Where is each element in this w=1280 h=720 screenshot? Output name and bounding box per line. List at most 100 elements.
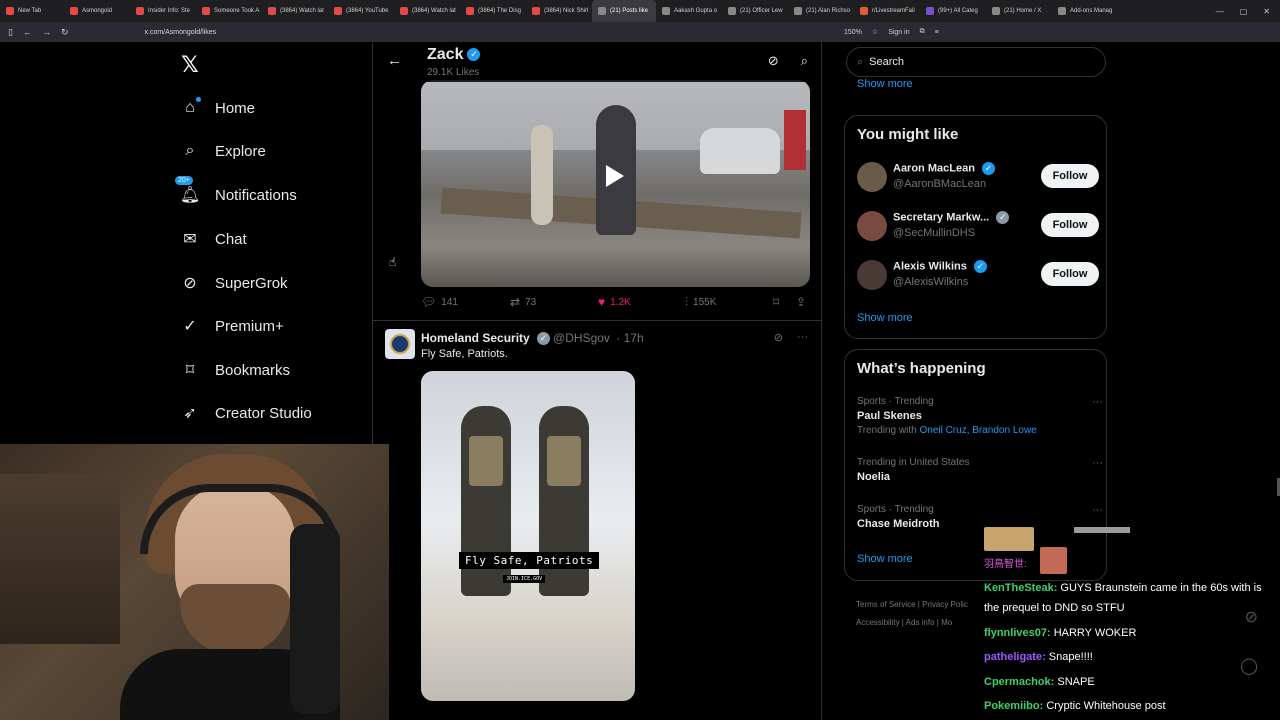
grok-icon[interactable]: ⊘ <box>768 53 779 69</box>
avatar[interactable] <box>857 162 887 192</box>
profile-name: Zack ✓ <box>427 46 481 64</box>
more-options-icon[interactable]: ··· <box>1092 396 1103 408</box>
nav-label: Chat <box>215 230 247 248</box>
trend-item[interactable]: Sports · Trending Paul Skenes Trending w… <box>857 396 1103 436</box>
grok-icon[interactable]: ⊘ <box>774 331 783 344</box>
verified-badge-icon: ✓ <box>981 162 995 175</box>
chat-message: flynnlives07: HARRY WOKER <box>984 623 1266 643</box>
nav-bookmarks[interactable]: ⌑ Bookmarks <box>180 355 290 385</box>
browser-tab[interactable]: (21) Posts like <box>592 0 656 22</box>
browser-tab[interactable]: (21) Alan Richso <box>788 0 854 22</box>
repost-button[interactable]: ⇄ 73 <box>510 295 536 309</box>
browser-tab-bar: New Tab Asmongold Insider Info: Ste Someone… <box>0 0 1280 22</box>
rocket-icon: ➶ <box>183 405 197 422</box>
verified-badge-icon: ✓ <box>537 332 551 346</box>
mouse-cursor-icon: ☝ <box>389 255 397 269</box>
nav-label: Premium+ <box>215 317 284 335</box>
browser-tab[interactable]: (21) Home / X <box>986 0 1052 22</box>
address-bar: ▯ ← → ↻ x.com/Asmongold/likes 150% ☆ Sig… <box>0 22 1280 42</box>
browser-tab[interactable]: (99+) All Categ <box>920 0 986 22</box>
bookmark-icon: ⌑ <box>185 362 195 379</box>
url-field[interactable]: x.com/Asmongold/likes <box>145 29 217 36</box>
x-logo-icon[interactable]: 𝕏 <box>181 52 199 78</box>
nav-label: Bookmarks <box>215 361 291 379</box>
more-options-icon[interactable]: ··· <box>1092 457 1103 469</box>
show-more-link[interactable]: Show more <box>857 312 913 324</box>
bookmark-icon: ⌑ <box>773 295 780 309</box>
avatar[interactable] <box>857 211 887 241</box>
extensions-icon[interactable]: ⧉ <box>920 28 925 36</box>
browser-tab[interactable]: Someone Took A <box>196 0 262 22</box>
views-button[interactable]: ⫶ 155K <box>685 295 716 310</box>
nav-creator-studio[interactable]: ➶ Creator Studio <box>180 398 311 428</box>
webcam-overlay <box>0 444 389 720</box>
menu-icon[interactable]: ≡ <box>935 29 939 36</box>
browser-tab[interactable]: Insider Info: Ste <box>130 0 196 22</box>
browser-tab[interactable]: (3864) Watch lat <box>394 0 460 22</box>
like-button[interactable]: ♥ 1.2K <box>598 295 631 309</box>
star-icon[interactable]: ☆ <box>872 28 878 36</box>
browser-tab[interactable]: (3864) Nick Shirl <box>526 0 592 22</box>
chat-bubble-icon: ◯ <box>1240 658 1258 675</box>
forward-nav-icon[interactable]: → <box>42 27 51 38</box>
nav-chat[interactable]: ✉ Chat <box>180 224 247 254</box>
follow-button[interactable]: Follow <box>1041 213 1099 237</box>
more-options-icon[interactable]: ··· <box>797 331 808 344</box>
mail-icon: ✉ <box>183 231 197 248</box>
avatar[interactable] <box>857 260 887 290</box>
back-nav-icon[interactable]: ← <box>23 27 32 38</box>
sidebar-toggle-icon[interactable]: ▯ <box>8 27 13 38</box>
nav-explore[interactable]: ⌕ Explore <box>180 136 266 166</box>
close-window-icon[interactable]: ✕ <box>1263 7 1270 16</box>
tab-favicon-icon <box>6 7 14 15</box>
chat-username: flynnlives07: <box>984 626 1051 639</box>
post-media[interactable]: Fly Safe, Patriots JOIN.ICE.GOV <box>421 371 635 701</box>
nav-supergrok[interactable]: ⊘ SuperGrok <box>180 268 287 298</box>
more-options-icon[interactable]: ··· <box>1092 504 1103 516</box>
section-title: You might like <box>857 126 959 143</box>
follow-button[interactable]: Follow <box>1041 164 1099 188</box>
post-actions: 💬︎ 141 ⇄ 73 ♥ 1.2K ⫶ 155K ⌑ ⇪ <box>421 295 815 313</box>
browser-tab[interactable]: (3864) The Disg <box>460 0 526 22</box>
post-author[interactable]: Homeland Security ✓ @DHSgov · 17h <box>421 331 644 346</box>
browser-tab[interactable]: r/LivestreamFail <box>854 0 920 22</box>
show-more-link[interactable]: Show more <box>857 78 913 90</box>
browser-tab[interactable]: (3864) YouTube <box>328 0 394 22</box>
browser-tab[interactable]: Asmongold <box>64 0 130 22</box>
bookmark-button[interactable]: ⌑ <box>773 295 779 309</box>
avatar[interactable] <box>385 329 415 359</box>
nav-home[interactable]: ⌂ Home <box>180 93 255 123</box>
suggestion-item[interactable]: Secretary Markw... ✓ @SecMullinDHS Follo… <box>857 209 1099 243</box>
show-more-link[interactable]: Show more <box>857 553 913 565</box>
browser-tab[interactable]: (3864) Watch lat <box>262 0 328 22</box>
minimize-icon[interactable]: — <box>1216 7 1224 16</box>
reload-icon[interactable]: ↻ <box>61 27 69 38</box>
search-icon[interactable]: ⌕ <box>801 53 808 69</box>
post[interactable]: Homeland Security ✓ @DHSgov · 17h ⊘ ··· F… <box>373 321 821 720</box>
media-caption-sub: JOIN.ICE.GOV <box>503 575 546 583</box>
reply-button[interactable]: 💬︎ 141 <box>421 295 458 309</box>
browser-tab[interactable]: New Tab <box>0 0 64 22</box>
share-button[interactable]: ⇪ <box>796 295 806 309</box>
nav-premium[interactable]: ✓ Premium+ <box>180 311 284 341</box>
browser-tab[interactable]: Add-ons Manag <box>1052 0 1118 22</box>
follow-button[interactable]: Follow <box>1041 262 1099 286</box>
maximize-icon[interactable]: ▢ <box>1240 7 1248 16</box>
profile-header: ← Zack ✓ 29.1K Likes ⊘ ⌕ <box>373 42 821 82</box>
video-player[interactable] <box>421 80 810 287</box>
chat-overlay: KenTheSteak: GUYS Braunstein came in the… <box>984 578 1266 720</box>
browser-tab[interactable]: Aakash Gupta o <box>656 0 722 22</box>
zoom-level[interactable]: 150% <box>844 29 862 36</box>
sign-in-button[interactable]: Sign in <box>888 29 909 36</box>
footer-links: Terms of Service | Privacy Polic Accessi… <box>856 600 968 627</box>
browser-tab[interactable]: (21) Officer Lew <box>722 0 788 22</box>
back-arrow-icon[interactable]: ← <box>387 52 402 69</box>
play-icon[interactable] <box>606 165 624 187</box>
suggestion-item[interactable]: Aaron MacLean ✓ @AaronBMacLean Follow <box>857 160 1099 194</box>
verified-icon: ✓ <box>183 318 197 335</box>
search-input[interactable]: ⌕ Search <box>846 47 1106 77</box>
suggestion-item[interactable]: Alexis Wilkins ✓ @AlexisWilkins Follow <box>857 258 1099 292</box>
trend-item[interactable]: Trending in United States Noelia ··· <box>857 457 1103 483</box>
dhs-seal-icon <box>390 334 410 354</box>
nav-notifications[interactable]: 🔔︎ 20+ Notifications <box>175 176 297 210</box>
